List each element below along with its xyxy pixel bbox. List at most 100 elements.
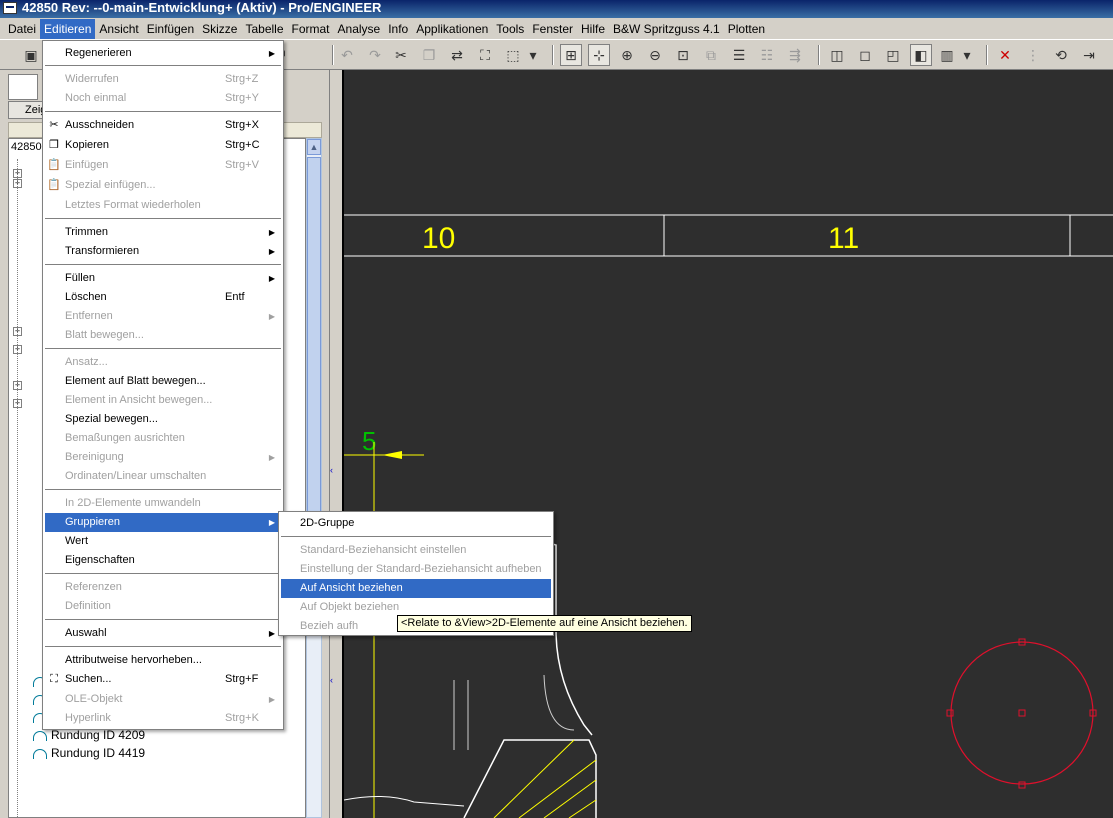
menu-item-transformieren[interactable]: Transformieren ▶ xyxy=(45,242,281,261)
binoculars-icon: ⛶ xyxy=(50,673,58,685)
menu-item-element-in-ansicht-bewegen[interactable]: Element in Ansicht bewegen... xyxy=(45,391,281,410)
menu-plotten[interactable]: Plotten xyxy=(724,19,769,39)
drawing-canvas[interactable]: 10 11 5 xyxy=(342,70,1113,818)
layer-icon[interactable]: ⧉ xyxy=(700,44,722,66)
binoculars-icon[interactable]: ⛶ xyxy=(474,44,496,66)
shortcut-label: Strg+V xyxy=(225,159,259,171)
menu-skizze[interactable]: Skizze xyxy=(198,19,241,39)
menu-item-ausschneiden[interactable]: ✂ Ausschneiden Strg+X xyxy=(45,116,281,135)
repaint-icon[interactable]: ⟲ xyxy=(1050,44,1072,66)
menu-item-ole-objekt[interactable]: OLE-Objekt ▶ xyxy=(45,690,281,709)
menu-item-auswahl[interactable]: Auswahl ▶ xyxy=(45,624,281,643)
chevron-left-icon[interactable]: ‹ xyxy=(330,675,336,685)
menu-format[interactable]: Format xyxy=(288,19,334,39)
menu-item-ansatz[interactable]: Ansatz... xyxy=(45,353,281,372)
select-box-icon[interactable]: ⬚ xyxy=(502,44,524,66)
menu-item-kopieren[interactable]: ❐ Kopieren Strg+C xyxy=(45,136,281,155)
zone-label: 11 xyxy=(828,222,859,255)
menu-item-regenerieren[interactable]: Regenerieren ▶ xyxy=(45,44,281,63)
part-edge xyxy=(344,795,465,807)
menu-applikationen[interactable]: Applikationen xyxy=(412,19,492,39)
tree-icon[interactable]: ☷ xyxy=(756,44,778,66)
refit-icon[interactable]: ⊡ xyxy=(672,44,694,66)
grid-icon[interactable]: ⊞ xyxy=(560,44,582,66)
menu-item-widerrufen[interactable]: Widerrufen Strg+Z xyxy=(45,70,281,89)
submenu-arrow-icon: ▶ xyxy=(268,518,275,527)
submenu-item-2d-gruppe[interactable]: 2D-Gruppe xyxy=(281,514,551,533)
submenu-item-einstellung-der-standard-beziehansicht-aufheben[interactable]: Einstellung der Standard-Beziehansicht a… xyxy=(281,560,551,579)
menu-item-löschen[interactable]: Löschen Entf xyxy=(45,288,281,307)
view-wire-icon[interactable]: ◰ xyxy=(882,44,904,66)
regenerate-icon[interactable]: ⇥ xyxy=(1078,44,1100,66)
menu-item-blatt-bewegen[interactable]: Blatt bewegen... xyxy=(45,326,281,345)
menu-datei[interactable]: Datei xyxy=(4,19,40,39)
view-hidden-icon[interactable]: ◻ xyxy=(854,44,876,66)
submenu-item-auf-ansicht-beziehen[interactable]: Auf Ansicht beziehen xyxy=(281,579,551,598)
menu-tools[interactable]: Tools xyxy=(492,19,528,39)
menu-item-letztes-format-wiederholen[interactable]: Letztes Format wiederholen xyxy=(45,196,281,215)
menu-separator xyxy=(45,218,281,220)
new-icon[interactable]: ▣ xyxy=(20,44,42,66)
menu-item-wert[interactable]: Wert xyxy=(45,532,281,551)
menu-hilfe[interactable]: Hilfe xyxy=(577,19,609,39)
menu-item-eigenschaften[interactable]: Eigenschaften xyxy=(45,551,281,570)
menu-item-spezial-einfügen[interactable]: 📋 Spezial einfügen... xyxy=(45,176,281,195)
menu-info[interactable]: Info xyxy=(384,19,412,39)
tree-scrollbar[interactable]: ▲ xyxy=(306,138,322,818)
copy-icon: ❐ xyxy=(49,139,59,151)
menu-item-ordinaten-linear-umschalten[interactable]: Ordinaten/Linear umschalten xyxy=(45,467,281,486)
zoom-out-icon[interactable]: ⊖ xyxy=(644,44,666,66)
datum-icon[interactable]: ⋮ xyxy=(1022,44,1044,66)
scissors-icon[interactable]: ✂ xyxy=(390,44,412,66)
menu-analyse[interactable]: Analyse xyxy=(334,19,385,39)
menu-fenster[interactable]: Fenster xyxy=(528,19,577,39)
view-nohidden-icon[interactable]: ◧ xyxy=(910,44,932,66)
redo-icon[interactable]: ↷ xyxy=(364,44,386,66)
menu-b-w-spritzguss-4-1[interactable]: B&W Spritzguss 4.1 xyxy=(609,19,724,39)
menu-item-noch-einmal[interactable]: Noch einmal Strg+Y xyxy=(45,89,281,108)
menu-item-gruppieren[interactable]: Gruppieren ▶ xyxy=(45,513,281,532)
menu-item-definition[interactable]: Definition xyxy=(45,597,281,616)
menu-item-hyperlink[interactable]: Hyperlink Strg+K xyxy=(45,709,281,728)
menu-einfügen[interactable]: Einfügen xyxy=(143,19,198,39)
delete-icon[interactable]: ✕ xyxy=(994,44,1016,66)
menu-item-in-2d-elemente-umwandeln[interactable]: In 2D-Elemente umwandeln xyxy=(45,494,281,513)
menu-item-bereinigung[interactable]: Bereinigung ▶ xyxy=(45,448,281,467)
menu-item-spezial-bewegen[interactable]: Spezial bewegen... xyxy=(45,410,281,429)
scroll-thumb[interactable] xyxy=(307,157,321,557)
menu-item-entfernen[interactable]: Entfernen ▶ xyxy=(45,307,281,326)
model-tree-tab[interactable] xyxy=(8,74,38,100)
view-split-icon[interactable]: ▥ xyxy=(936,44,958,66)
menu-item-element-auf-blatt-bewegen[interactable]: Element auf Blatt bewegen... xyxy=(45,372,281,391)
chevron-left-icon[interactable]: ‹ xyxy=(330,465,336,475)
view-shaded-icon[interactable]: ◫ xyxy=(826,44,848,66)
view-manager-icon[interactable]: ⇶ xyxy=(784,44,806,66)
menu-separator xyxy=(45,65,281,67)
shortcut-label: Strg+Y xyxy=(225,92,259,104)
menu-item-trimmen[interactable]: Trimmen ▶ xyxy=(45,223,281,242)
copy-icon[interactable]: ❐ xyxy=(418,44,440,66)
zoom-in-icon[interactable]: ⊕ xyxy=(616,44,638,66)
chevron-down-icon[interactable]: ▾ xyxy=(960,44,974,66)
submenu-item-standard-beziehansicht-einstellen[interactable]: Standard-Beziehansicht einstellen xyxy=(281,541,551,560)
menu-item-suchen[interactable]: ⛶ Suchen... Strg+F xyxy=(45,670,281,689)
app-icon xyxy=(3,2,17,14)
tree-item[interactable]: Rundung ID 4419 xyxy=(33,745,145,761)
undo-icon[interactable]: ↶ xyxy=(336,44,358,66)
menu-ansicht[interactable]: Ansicht xyxy=(95,19,142,39)
paste-special-icon: 📋 xyxy=(47,179,61,191)
menu-item-bemaßungen-ausrichten[interactable]: Bemaßungen ausrichten xyxy=(45,429,281,448)
menu-item-einfügen[interactable]: 📋 Einfügen Strg+V xyxy=(45,156,281,175)
menu-item-referenzen[interactable]: Referenzen xyxy=(45,578,281,597)
menu-tabelle[interactable]: Tabelle xyxy=(241,19,287,39)
paste-icon[interactable]: ⇄ xyxy=(446,44,468,66)
menu-item-attributweise-hervorheben[interactable]: Attributweise hervorheben... xyxy=(45,651,281,670)
menu-item-füllen[interactable]: Füllen ▶ xyxy=(45,269,281,288)
menu-editieren[interactable]: Editieren xyxy=(40,18,96,39)
layers-icon[interactable]: ☰ xyxy=(728,44,750,66)
snap-icon[interactable]: ⊹ xyxy=(588,44,610,66)
chevron-down-icon[interactable]: ▾ xyxy=(526,44,540,66)
menu-separator xyxy=(45,619,281,621)
scroll-up-icon[interactable]: ▲ xyxy=(307,139,321,155)
submenu-arrow-icon: ▶ xyxy=(268,49,275,58)
